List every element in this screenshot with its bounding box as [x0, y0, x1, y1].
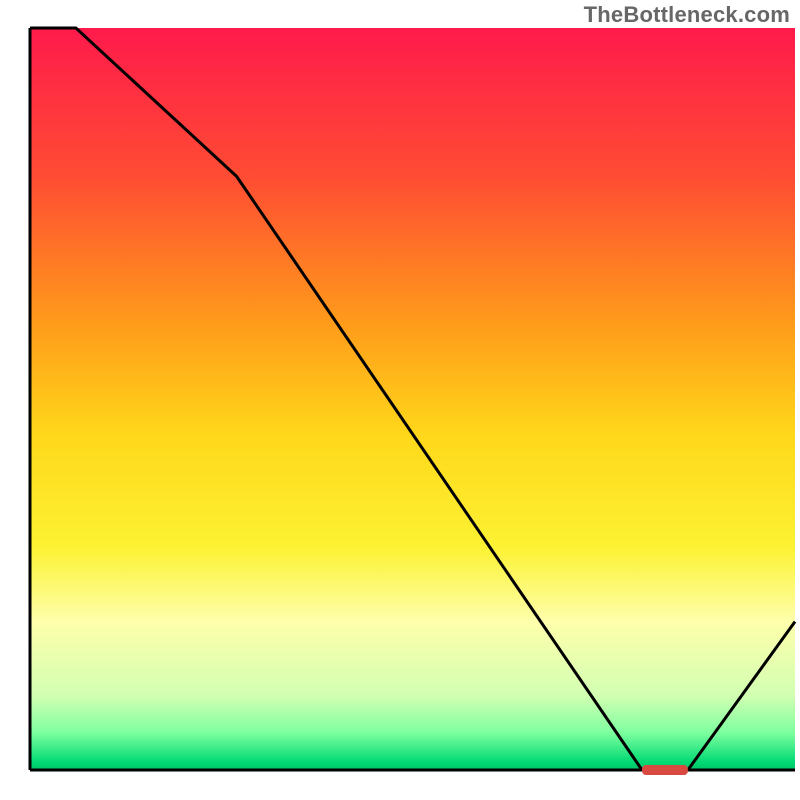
bottleneck-chart	[0, 0, 800, 800]
chart-container: TheBottleneck.com	[0, 0, 800, 800]
gradient-background	[30, 28, 795, 770]
optimal-range-marker	[642, 765, 688, 775]
